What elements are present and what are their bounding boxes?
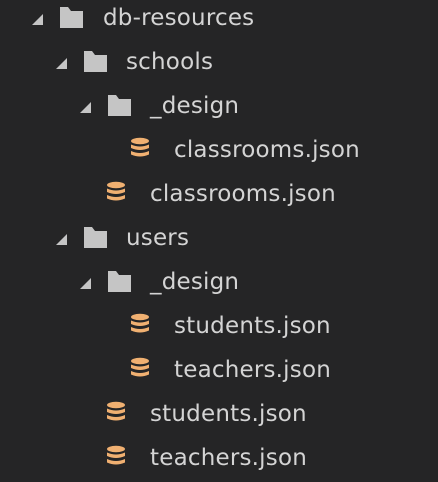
database-icon (128, 308, 156, 352)
tree-item-users-students-json[interactable]: students.json (0, 396, 438, 440)
folder-icon (106, 88, 134, 132)
database-icon (128, 352, 156, 396)
folder-icon (106, 264, 134, 308)
tree-item-users-design-students-json[interactable]: students.json (0, 308, 438, 352)
tree-item-users-design[interactable]: _design (0, 264, 438, 308)
database-icon (128, 132, 156, 176)
tree-item-schools[interactable]: schools (0, 44, 438, 88)
tree-item-users-design-teachers-json[interactable]: teachers.json (0, 352, 438, 396)
database-icon (104, 440, 132, 482)
tree-item-db-resources[interactable]: db-resources (0, 0, 438, 44)
tree-item-label: _design (150, 93, 240, 119)
tree-item-label: db-resources (103, 5, 255, 31)
tree-item-label: teachers.json (150, 445, 308, 471)
tree-item-label: classrooms.json (174, 137, 360, 163)
tree-item-schools-design-classrooms-json[interactable]: classrooms.json (0, 132, 438, 176)
folder-icon (82, 220, 110, 264)
tree-item-users[interactable]: users (0, 220, 438, 264)
tree-item-label: students.json (150, 401, 307, 427)
tree-item-label: _design (150, 269, 240, 295)
tree-item-label: students.json (174, 313, 331, 339)
folder-icon (82, 44, 110, 88)
tree-item-label: teachers.json (174, 357, 332, 383)
database-icon (104, 396, 132, 440)
database-icon (104, 176, 132, 220)
tree-item-users-teachers-json[interactable]: teachers.json (0, 440, 438, 482)
folder-icon (58, 0, 86, 44)
tree-item-label: classrooms.json (150, 181, 336, 207)
file-explorer-tree: db-resources schools _design classrooms.… (0, 0, 438, 482)
tree-item-schools-design[interactable]: _design (0, 88, 438, 132)
tree-item-label: users (126, 225, 190, 251)
tree-item-schools-classrooms-json[interactable]: classrooms.json (0, 176, 438, 220)
tree-item-label: schools (126, 49, 214, 75)
